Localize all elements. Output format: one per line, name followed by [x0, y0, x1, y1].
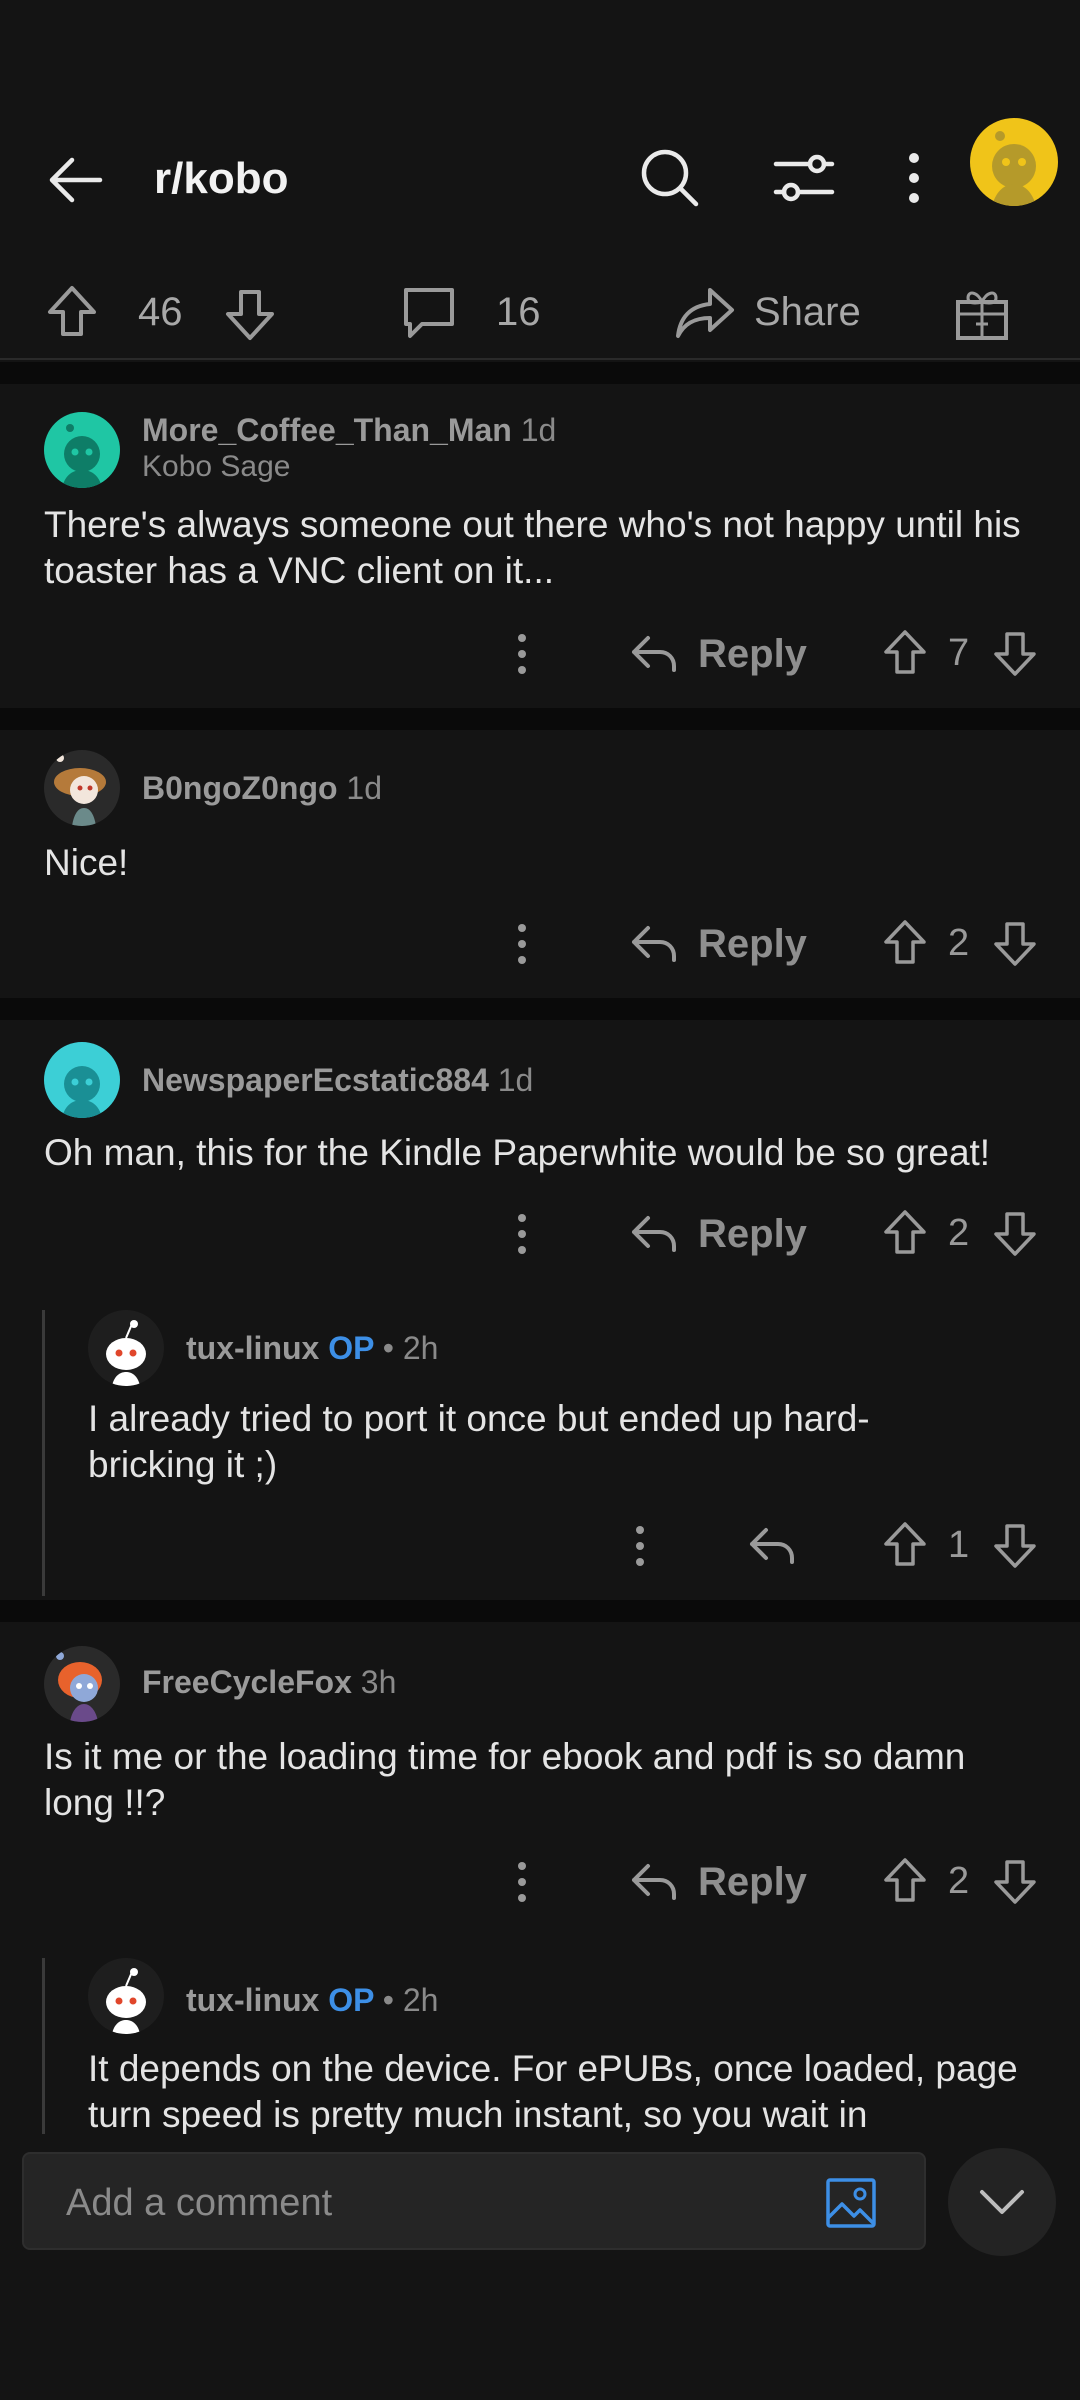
arrow-left-icon[interactable] [44, 148, 108, 212]
share-icon[interactable] [674, 284, 736, 342]
comment-time: 1d [497, 1062, 534, 1098]
avatar[interactable] [44, 1646, 120, 1722]
post-comment-count: 16 [496, 290, 541, 334]
comment-input[interactable]: Add a comment [66, 2182, 332, 2225]
scroll-down-button[interactable] [948, 2148, 1056, 2256]
vote-count: 2 [948, 1212, 970, 1254]
vote-count: 7 [948, 632, 970, 674]
avatar[interactable] [88, 1310, 164, 1386]
top-app-bar: r/kobo [0, 96, 1080, 266]
vote-count: 2 [948, 1860, 970, 1902]
thread-line[interactable] [42, 1958, 45, 2138]
comment-username[interactable]: NewspaperEcstatic884 1d [142, 1062, 533, 1099]
comment-item: FreeCycleFox 3h Is it me or the loading … [0, 1622, 1080, 2138]
image-icon[interactable] [824, 2176, 878, 2230]
more-vertical-icon[interactable] [512, 1210, 532, 1258]
comment-actions: Reply 2 [500, 1204, 1060, 1264]
comment-time: 1d [520, 412, 557, 448]
divider [0, 362, 1080, 384]
comment-username[interactable]: More_Coffee_Than_Man 1d [142, 412, 556, 449]
vote-count: 2 [948, 922, 970, 964]
comment-bubble-icon[interactable] [400, 284, 458, 342]
upvote-icon[interactable] [882, 1856, 928, 1904]
upvote-icon[interactable] [882, 1520, 928, 1568]
vote-count: 1 [948, 1524, 970, 1566]
sliders-icon[interactable] [772, 148, 836, 208]
reply-arrow-icon[interactable] [630, 1860, 678, 1904]
comment-actions: Reply 2 [500, 1852, 1060, 1912]
more-vertical-icon[interactable] [902, 150, 926, 206]
op-badge: OP [328, 1330, 374, 1366]
comment-text: There's always someone out there who's n… [44, 504, 1021, 591]
comment-item: B0ngoZ0ngo 1d Nice! Reply 2 [0, 730, 1080, 998]
reply-arrow-icon[interactable] [630, 632, 678, 676]
avatar[interactable] [88, 1958, 164, 2034]
comment-time: 2h [402, 1330, 439, 1366]
downvote-icon[interactable] [992, 1210, 1038, 1258]
downvote-icon[interactable] [992, 920, 1038, 968]
comment-composer[interactable]: Add a comment [22, 2152, 926, 2250]
chevron-down-icon [978, 2186, 1026, 2218]
comment-item: NewspaperEcstatic884 1d Oh man, this for… [0, 1020, 1080, 1596]
divider [0, 708, 1080, 730]
comment-actions: Reply 7 [500, 624, 1060, 684]
upvote-icon[interactable] [882, 918, 928, 966]
user-flair: Kobo Sage [142, 450, 291, 483]
upvote-icon[interactable] [882, 1208, 928, 1256]
more-vertical-icon[interactable] [512, 630, 532, 678]
comment-time: 1d [346, 770, 383, 806]
avatar[interactable] [44, 750, 120, 826]
comment-item: More_Coffee_Than_Man 1d Kobo Sage There'… [0, 384, 1080, 708]
reply-button[interactable]: Reply [698, 1860, 807, 1905]
comment-time: 3h [360, 1664, 397, 1700]
more-vertical-icon[interactable] [630, 1522, 650, 1570]
comment-text: I already tried to port it once but ende… [88, 1398, 870, 1485]
award-gift-icon[interactable] [954, 284, 1010, 342]
post-action-bar: 46 16 Share [0, 264, 1080, 360]
share-button[interactable]: Share [754, 290, 861, 335]
comment-text: It depends on the device. For ePUBs, onc… [88, 2048, 1018, 2135]
reply-arrow-icon[interactable] [748, 1524, 796, 1568]
more-vertical-icon[interactable] [512, 920, 532, 968]
divider [0, 998, 1080, 1020]
avatar[interactable] [44, 1042, 120, 1118]
reply-button[interactable]: Reply [698, 1212, 807, 1257]
avatar[interactable] [44, 412, 120, 488]
comment-actions: 1 [500, 1516, 1060, 1576]
upvote-icon[interactable] [44, 284, 100, 340]
search-icon[interactable] [638, 146, 702, 210]
reply-button[interactable]: Reply [698, 922, 807, 967]
subreddit-title[interactable]: r/kobo [154, 154, 288, 204]
upvote-icon[interactable] [882, 628, 928, 676]
post-vote-count: 46 [138, 290, 183, 334]
comment-username[interactable]: B0ngoZ0ngo 1d [142, 770, 382, 807]
downvote-icon[interactable] [992, 1858, 1038, 1906]
op-badge: OP [328, 1982, 374, 2018]
reply-arrow-icon[interactable] [630, 1212, 678, 1256]
comment-username[interactable]: tux-linux OP • 2h [186, 1330, 438, 1367]
reply-button[interactable]: Reply [698, 632, 807, 677]
user-avatar-icon[interactable] [970, 118, 1058, 206]
divider [0, 1600, 1080, 1622]
downvote-icon[interactable] [222, 286, 278, 342]
comment-actions: Reply 2 [500, 914, 1060, 974]
comment-text: Oh man, this for the Kindle Paperwhite w… [44, 1132, 991, 1173]
comment-text: Is it me or the loading time for ebook a… [44, 1736, 966, 1823]
comment-username[interactable]: FreeCycleFox 3h [142, 1664, 396, 1701]
downvote-icon[interactable] [992, 1522, 1038, 1570]
thread-line[interactable] [42, 1310, 45, 1596]
more-vertical-icon[interactable] [512, 1858, 532, 1906]
comment-text: Nice! [44, 842, 129, 883]
downvote-icon[interactable] [992, 630, 1038, 678]
comment-time: 2h [402, 1982, 439, 2018]
comment-username[interactable]: tux-linux OP • 2h [186, 1982, 438, 2019]
reply-arrow-icon[interactable] [630, 922, 678, 966]
